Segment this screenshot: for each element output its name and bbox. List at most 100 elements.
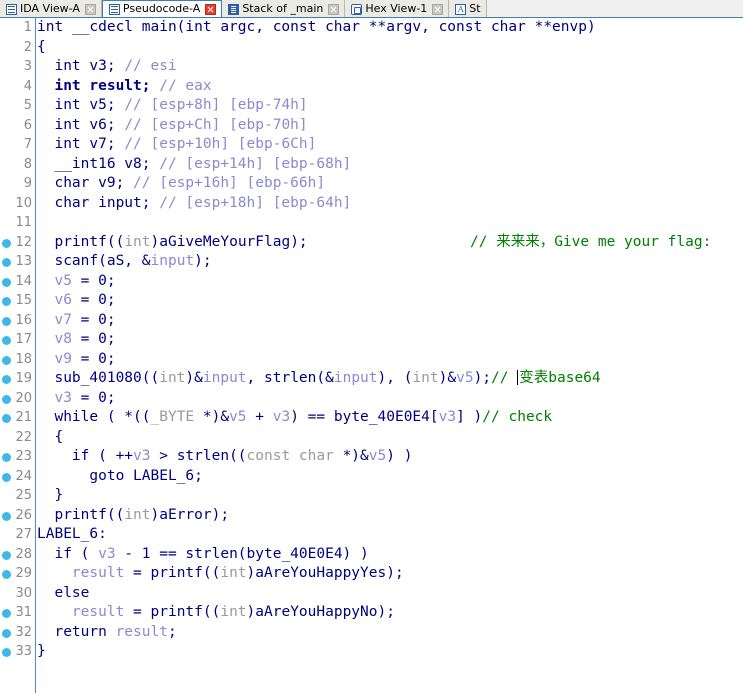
code-token: {: [37, 38, 46, 55]
document-icon: [108, 3, 120, 15]
code-line[interactable]: 4 int result; // eax: [0, 77, 743, 97]
code-line[interactable]: 19 sub_401080((int)&input, strlen(&input…: [0, 369, 743, 389]
code-token: = 0;: [71, 350, 116, 367]
code-line[interactable]: 13 scanf(aS, &input);: [0, 252, 743, 272]
code-text: while ( *((_BYTE *)&v5 + v3) == byte_40E…: [37, 408, 552, 428]
code-line[interactable]: 9 char v9; // [esp+16h] [ebp-66h]: [0, 174, 743, 194]
code-token: // [esp+16h] [ebp-66h]: [133, 175, 326, 191]
code-token: = 0;: [71, 292, 116, 308]
code-line[interactable]: 18 v9 = 0;: [0, 350, 743, 370]
close-icon[interactable]: [432, 3, 444, 15]
close-icon[interactable]: [205, 3, 217, 15]
code-line[interactable]: 28 if ( v3 - 1 == strlen(byte_40E0E4) ): [0, 545, 743, 565]
code-line[interactable]: 2{: [0, 38, 743, 58]
code-text: v7 = 0;: [37, 311, 115, 331]
code-line[interactable]: 20 v3 = 0;: [0, 389, 743, 409]
line-number: 21: [15, 410, 32, 425]
code-token: int: [412, 370, 439, 386]
code-line[interactable]: 6 int v6; // [esp+Ch] [ebp-70h]: [0, 116, 743, 136]
code-text: printf((int)aError);: [37, 506, 229, 526]
code-line[interactable]: 21 while ( *((_BYTE *)&v5 + v3) == byte_…: [0, 408, 743, 428]
line-number: 8: [23, 156, 32, 172]
code-line[interactable]: 10 char input; // [esp+18h] [ebp-64h]: [0, 194, 743, 214]
code-line[interactable]: 15 v6 = 0;: [0, 291, 743, 311]
code-text: int result; // eax: [37, 77, 211, 97]
code-token: result: [71, 604, 125, 620]
line-number: 6: [23, 117, 32, 133]
code-line[interactable]: 30 else: [0, 584, 743, 604]
code-text: char v9; // [esp+16h] [ebp-66h]: [37, 174, 325, 194]
code-line[interactable]: 1 int __cdecl main(int argc, const char *…: [0, 18, 743, 38]
code-line[interactable]: 14 v5 = 0;: [0, 272, 743, 292]
tab-stack-of-main[interactable]: Stack of _main: [222, 0, 346, 17]
code-token: = printf((: [124, 604, 221, 620]
code-line[interactable]: 11: [0, 213, 743, 233]
code-token: result: [115, 623, 168, 640]
code-text: int v3; // esi: [37, 57, 177, 77]
code-line[interactable]: 22 {: [0, 428, 743, 448]
code-line[interactable]: 7 int v7; // [esp+10h] [ebp-6Ch]: [0, 135, 743, 155]
code-token: int v7;: [37, 136, 125, 152]
code-token: v5: [229, 409, 247, 425]
code-line[interactable]: 26 printf((int)aError);: [0, 506, 743, 526]
line-number: 31: [15, 605, 32, 620]
code-line[interactable]: 29 result = printf((int)aAreYouHappyYes)…: [0, 564, 743, 584]
code-token: = 0;: [71, 389, 116, 406]
code-token: +: [246, 409, 273, 425]
code-token: // [esp+10h] [ebp-6Ch]: [124, 136, 317, 152]
code-line[interactable]: 12 printf((int)aGiveMeYourFlag); // 来来来，G…: [0, 233, 743, 253]
code-line[interactable]: 5 int v5; // [esp+8h] [ebp-74h]: [0, 96, 743, 116]
line-number: 30: [15, 585, 32, 601]
line-number: 9: [23, 176, 32, 191]
code-line[interactable]: 25 }: [0, 486, 743, 506]
code-token: }: [37, 487, 64, 503]
code-token: v6: [54, 292, 72, 308]
code-token: int result;: [37, 77, 160, 94]
code-text: result = printf((int)aAreYouHappyYes);: [37, 564, 404, 584]
code-line[interactable]: 32 return result;: [0, 623, 743, 643]
code-token: )aAreYouHappyNo);: [246, 604, 395, 620]
code-line[interactable]: 24 goto LABEL_6;: [0, 467, 743, 487]
code-line[interactable]: 16 v7 = 0;: [0, 311, 743, 331]
code-token: // [esp+18h] [ebp-64h]: [159, 194, 352, 211]
code-line[interactable]: 3 int v3; // esi: [0, 57, 743, 77]
line-number: 25: [15, 488, 32, 503]
code-text: {: [37, 38, 46, 58]
code-token: = 0;: [71, 331, 116, 347]
tab-label: Pseudocode-A: [122, 2, 201, 15]
tab-ida-view-a[interactable]: IDA View-A: [0, 0, 102, 17]
code-text: {: [37, 428, 63, 448]
tab-label: Stack of _main: [242, 2, 324, 15]
code-token: )aGiveMeYourFlag);: [150, 233, 308, 250]
code-token: input: [150, 253, 195, 269]
tab-st[interactable]: A St: [449, 0, 487, 17]
code-token: if ( ++: [37, 448, 134, 464]
code-line[interactable]: 27 LABEL_6:: [0, 525, 743, 545]
code-line[interactable]: 17 v8 = 0;: [0, 330, 743, 350]
tab-pseudocode-a[interactable]: Pseudocode-A: [101, 0, 223, 17]
code-line[interactable]: 33}: [0, 642, 743, 662]
code-token: 变表base64: [519, 370, 601, 386]
line-number: 11: [15, 215, 32, 230]
code-token: // [esp+Ch] [ebp-70h]: [124, 116, 308, 133]
line-number: 29: [15, 566, 32, 581]
line-number: 20: [15, 390, 32, 406]
code-token: // [esp+14h] [ebp-68h]: [159, 155, 352, 172]
code-token: int: [220, 565, 247, 581]
pseudocode-editor[interactable]: 1 int __cdecl main(int argc, const char *…: [0, 18, 743, 693]
view-tab-bar: IDA View-A Pseudocode-A Stack of _main Hex …: [0, 0, 743, 18]
code-line[interactable]: 23 if ( ++v3 > strlen((const char *)&v5)…: [0, 447, 743, 467]
code-line[interactable]: 8 __int16 v8; // [esp+14h] [ebp-68h]: [0, 155, 743, 175]
close-icon[interactable]: [328, 3, 340, 15]
tab-hex-view-1[interactable]: Hex View-1: [345, 0, 450, 17]
code-token: v5: [456, 370, 474, 386]
code-token: // esi: [124, 58, 177, 74]
code-line[interactable]: 31 result = printf((int)aAreYouHappyNo);: [0, 603, 743, 623]
close-icon[interactable]: [84, 3, 96, 15]
code-token: int __cdecl main(int argc, const char **…: [37, 19, 596, 35]
